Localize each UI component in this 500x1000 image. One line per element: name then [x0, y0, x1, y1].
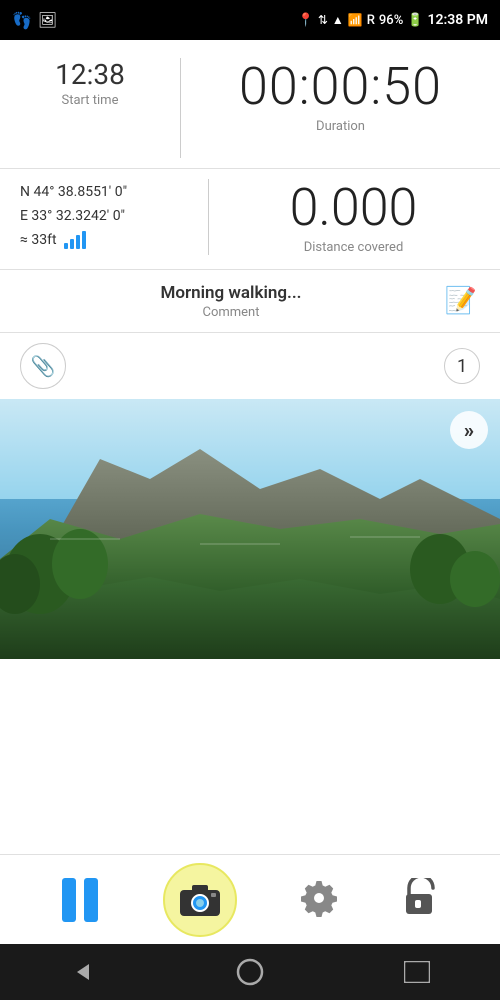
attach-button[interactable]: 📎 [20, 343, 66, 389]
pause-bar-left [62, 878, 76, 922]
footprint-icon: 👣 [12, 11, 32, 30]
distance-value: 0.000 [290, 179, 418, 236]
arrows-icon: ⇅ [318, 13, 328, 27]
status-icons-left: 👣 🖼 [12, 11, 57, 30]
comment-text: Morning walking... [160, 283, 301, 303]
paperclip-icon: 📎 [31, 354, 56, 378]
pause-button[interactable] [62, 878, 98, 922]
status-right: 📍 ⇅ ▲ 📶 R 96% 🔋 12:38 PM [298, 12, 488, 28]
distance-block: 0.000 Distance covered [227, 179, 480, 255]
home-nav-button[interactable] [220, 952, 280, 992]
edit-comment-button[interactable]: 📝 [442, 282, 480, 320]
settings-button[interactable] [301, 879, 339, 921]
next-arrow-icon: » [464, 418, 474, 442]
next-photo-button[interactable]: » [450, 411, 488, 449]
nav-bar [0, 944, 500, 1000]
start-time-label: Start time [62, 93, 119, 108]
landscape-svg [0, 399, 500, 659]
longitude-line: E 33° 32.3242' 0" [20, 205, 190, 229]
comment-label: Comment [202, 305, 259, 320]
coordinates-block: N 44° 38.8551' 0" E 33° 32.3242' 0" ≈ 33… [20, 181, 190, 252]
status-bar: 👣 🖼 📍 ⇅ ▲ 📶 R 96% 🔋 12:38 PM [0, 0, 500, 40]
location-icon: 📍 [298, 13, 314, 28]
wifi-icon: ▲ [332, 13, 344, 27]
altitude-line: ≈ 33ft [20, 229, 190, 253]
battery-percent: 96% [379, 13, 403, 28]
photo-count-badge[interactable]: 1 [444, 348, 480, 384]
attach-row: 📎 1 [0, 333, 500, 399]
vertical-divider-2 [208, 179, 209, 255]
start-time-value: 12:38 [55, 58, 125, 91]
battery-icon: 🔋 [407, 13, 423, 28]
latitude-line: N 44° 38.8551' 0" [20, 181, 190, 205]
vertical-divider-1 [180, 58, 181, 158]
recents-icon [404, 961, 430, 983]
spacer [0, 659, 500, 854]
comment-col: Morning walking... Comment [20, 283, 442, 320]
comment-section: Morning walking... Comment 📝 [0, 270, 500, 333]
home-circle-icon [236, 958, 264, 986]
count-number: 1 [457, 356, 467, 377]
distance-label: Distance covered [304, 240, 404, 255]
photo-section: » [0, 399, 500, 659]
pause-bar-right [84, 878, 98, 922]
camera-button[interactable] [163, 863, 237, 937]
sim-signal-icon: 📶 [348, 13, 363, 27]
camera-icon [178, 882, 222, 918]
signal-bars-icon [64, 231, 86, 249]
altitude-value: ≈ 33ft [20, 232, 57, 248]
gear-icon [301, 879, 339, 917]
back-icon [71, 960, 95, 984]
main-content: 12:38 Start time 00:00:50 Duration N 44°… [0, 40, 500, 944]
stats-row: 12:38 Start time 00:00:50 Duration [0, 40, 500, 169]
start-time-block: 12:38 Start time [20, 58, 160, 108]
bottom-controls [0, 854, 500, 944]
recents-nav-button[interactable] [387, 952, 447, 992]
clock-time: 12:38 PM [427, 12, 488, 28]
lock-button[interactable] [404, 878, 438, 922]
network-type: R [367, 13, 375, 28]
duration-block: 00:00:50 Duration [201, 58, 480, 134]
duration-label: Duration [316, 119, 365, 134]
duration-value: 00:00:50 [239, 58, 442, 115]
unlock-icon [404, 878, 438, 916]
back-nav-button[interactable] [53, 952, 113, 992]
image-icon: 🖼 [38, 11, 57, 29]
photo-background [0, 399, 500, 659]
info-row: N 44° 38.8551' 0" E 33° 32.3242' 0" ≈ 33… [0, 169, 500, 270]
